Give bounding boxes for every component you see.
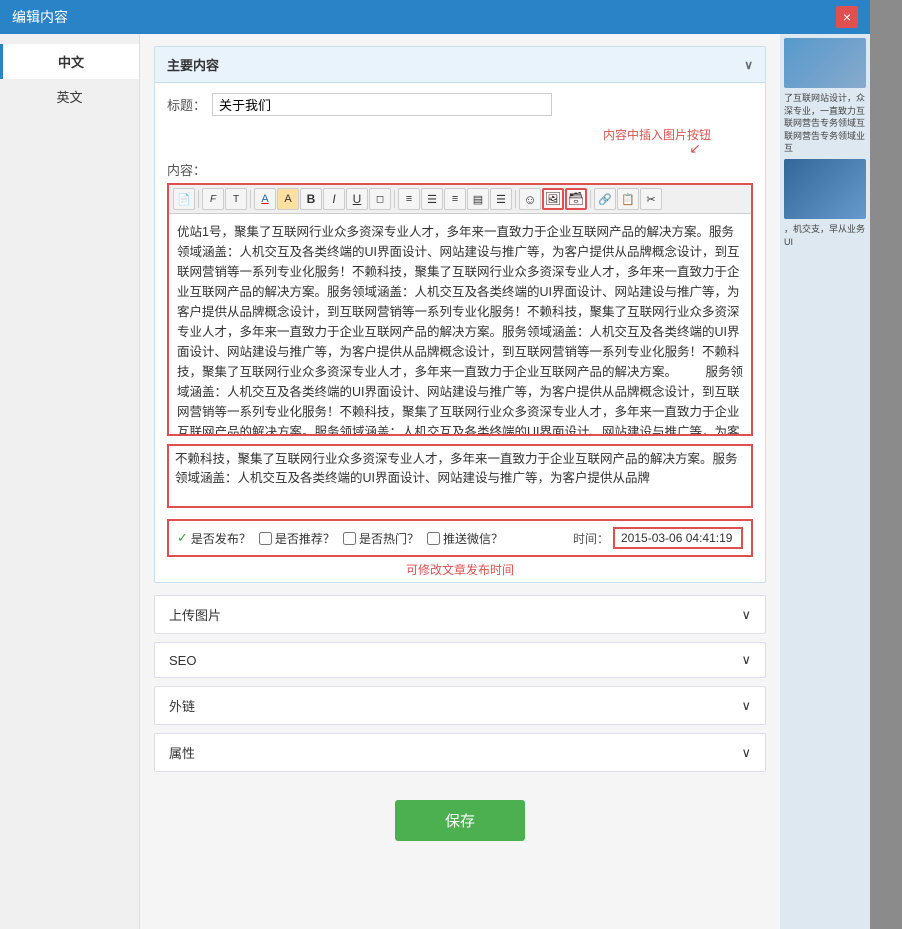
seo-label: SEO — [169, 653, 196, 668]
editor-wrapper: 📄 F T A A B I U ◻ — [167, 183, 753, 436]
title-label: 标题： — [167, 95, 206, 114]
toolbar-font-color-btn[interactable]: A — [254, 188, 276, 210]
hot-checkbox[interactable] — [343, 532, 356, 545]
toolbar-font-highlight-btn[interactable]: A — [277, 188, 299, 210]
toolbar-list-btn[interactable]: ☰ — [490, 188, 512, 210]
chevron-link-icon: ∨ — [741, 698, 751, 714]
modal-header: 编辑内容 × — [0, 0, 870, 34]
publish-option-publish[interactable]: ✓ 是否发布？ — [177, 530, 251, 547]
toolbar-bold-btn[interactable]: B — [300, 188, 322, 210]
wechat-label: 推送微信？ — [443, 530, 503, 547]
language-panel: 中文 英文 — [0, 34, 140, 929]
chevron-upload-icon: ∨ — [741, 607, 751, 623]
attributes-section: 属性 ∨ — [154, 733, 766, 772]
toolbar-align-left-btn[interactable]: ≡ — [398, 188, 420, 210]
tab-english[interactable]: 英文 — [0, 79, 139, 114]
external-link-section: 外链 ∨ — [154, 686, 766, 725]
chevron-attr-icon: ∨ — [741, 745, 751, 761]
right-panel-image-1 — [784, 38, 866, 88]
tab-chinese[interactable]: 中文 — [0, 44, 139, 79]
right-panel: 了互联网站设计，众深专业，一直致力互联网营告专务领域互联网营告专务领域业互 ，机… — [780, 34, 870, 929]
toolbar-sep-4 — [515, 190, 516, 208]
right-panel-text-1: 了互联网站设计，众深专业，一直致力互联网营告专务领域互联网营告专务领域业互 — [784, 92, 866, 155]
external-link-label: 外链 — [169, 696, 195, 715]
toolbar-insert-image-btn[interactable]: 🖼 — [542, 188, 564, 210]
seo-header[interactable]: SEO ∨ — [155, 643, 765, 677]
toolbar-underline-btn[interactable]: U — [346, 188, 368, 210]
main-section-header[interactable]: 主要内容 ∨ — [155, 47, 765, 83]
toolbar-align-center-btn[interactable]: ☰ — [421, 188, 443, 210]
publish-row: ✓ 是否发布？ 是否推荐？ 是否热门？ — [167, 519, 753, 557]
toolbar-source-btn[interactable]: 📄 — [173, 188, 195, 210]
editor-content[interactable]: 优站1号，聚集了互联网行业众多资深专业人才，多年来一直致力于企业互联网产品的解决… — [169, 214, 751, 434]
save-area: 保存 — [154, 780, 766, 871]
upload-image-header[interactable]: 上传图片 ∨ — [155, 596, 765, 633]
toolbar-justify-btn[interactable]: ▤ — [467, 188, 489, 210]
toolbar-align-right-btn[interactable]: ≡ — [444, 188, 466, 210]
modal-body: 中文 英文 主要内容 ∨ 标题： — [0, 34, 870, 929]
right-panel-text-2: ，机交支，早从业务UI — [784, 223, 866, 248]
upload-image-label: 上传图片 — [169, 605, 221, 624]
save-button[interactable]: 保存 — [395, 800, 525, 841]
summary-wrapper: 不赖科技，聚集了互联网行业众多资深专业人才，多年来一直致力于企业互联网产品的解决… — [167, 444, 753, 511]
publish-option-wechat[interactable]: 推送微信？ — [427, 530, 503, 547]
checkmark-icon: ✓ — [177, 530, 188, 546]
right-panel-image-2 — [784, 159, 866, 219]
summary-section: 摘要描述 → 不赖科技，聚集了互联网行业众多资深专业人才，多年来一直致力于企业互… — [167, 444, 753, 511]
attributes-label: 属性 — [169, 743, 195, 762]
main-content-area: 主要内容 ∨ 标题： 内容中插入图片按钮 ↙ — [140, 34, 780, 929]
chevron-seo-icon: ∨ — [741, 652, 751, 668]
attributes-header[interactable]: 属性 ∨ — [155, 734, 765, 771]
toolbar-font-family-btn[interactable]: F — [202, 188, 224, 210]
time-label: 时间： — [573, 530, 609, 547]
publish-label: 是否发布？ — [191, 530, 251, 547]
modal: 编辑内容 × 中文 英文 主要内容 ∨ — [0, 0, 870, 929]
toolbar-clear-btn[interactable]: ◻ — [369, 188, 391, 210]
toolbar-font-size-btn[interactable]: T — [225, 188, 247, 210]
main-section-card: 主要内容 ∨ 标题： 内容中插入图片按钮 ↙ — [154, 46, 766, 583]
upload-image-section: 上传图片 ∨ — [154, 595, 766, 634]
toolbar-more-btn[interactable]: ✂ — [640, 188, 662, 210]
toolbar-insert-image2-btn[interactable]: 🗃 — [565, 188, 587, 210]
chevron-down-icon: ∨ — [744, 58, 753, 72]
title-row: 标题： — [167, 93, 753, 116]
arrow-down-icon: ↙ — [689, 140, 701, 157]
time-annotation: 可修改文章发布时间 — [167, 561, 753, 578]
modal-overlay: 编辑内容 × 中文 英文 主要内容 ∨ — [0, 0, 902, 929]
toolbar-italic-btn[interactable]: I — [323, 188, 345, 210]
modal-close-button[interactable]: × — [836, 6, 858, 28]
toolbar-sep-1 — [198, 190, 199, 208]
publish-section: ✓ 是否发布？ 是否推荐？ 是否热门？ — [167, 519, 753, 578]
main-section-title: 主要内容 — [167, 55, 219, 74]
editor-toolbar: 📄 F T A A B I U ◻ — [169, 185, 751, 214]
publish-option-recommend[interactable]: 是否推荐？ — [259, 530, 335, 547]
main-section-body: 标题： 内容中插入图片按钮 ↙ 内容： — [155, 83, 765, 582]
toolbar-sep-3 — [394, 190, 395, 208]
summary-textarea[interactable]: 不赖科技，聚集了互联网行业众多资深专业人才，多年来一直致力于企业互联网产品的解决… — [167, 444, 753, 508]
hot-label: 是否热门？ — [359, 530, 419, 547]
toolbar-link-btn[interactable]: 🔗 — [594, 188, 616, 210]
external-link-header[interactable]: 外链 ∨ — [155, 687, 765, 724]
content-label: 内容： — [167, 160, 753, 179]
modal-title: 编辑内容 — [12, 7, 68, 27]
time-section: 时间： — [573, 527, 743, 549]
title-input[interactable] — [212, 93, 552, 116]
publish-option-hot[interactable]: 是否热门？ — [343, 530, 419, 547]
recommend-label: 是否推荐？ — [275, 530, 335, 547]
wechat-checkbox[interactable] — [427, 532, 440, 545]
toolbar-emoji-btn[interactable]: ☺ — [519, 188, 541, 210]
time-input[interactable] — [613, 527, 743, 549]
toolbar-paste-btn[interactable]: 📋 — [617, 188, 639, 210]
toolbar-sep-2 — [250, 190, 251, 208]
recommend-checkbox[interactable] — [259, 532, 272, 545]
toolbar-sep-5 — [590, 190, 591, 208]
editor-section: 内容编辑区 → 📄 F T — [167, 183, 753, 436]
seo-section: SEO ∨ — [154, 642, 766, 678]
